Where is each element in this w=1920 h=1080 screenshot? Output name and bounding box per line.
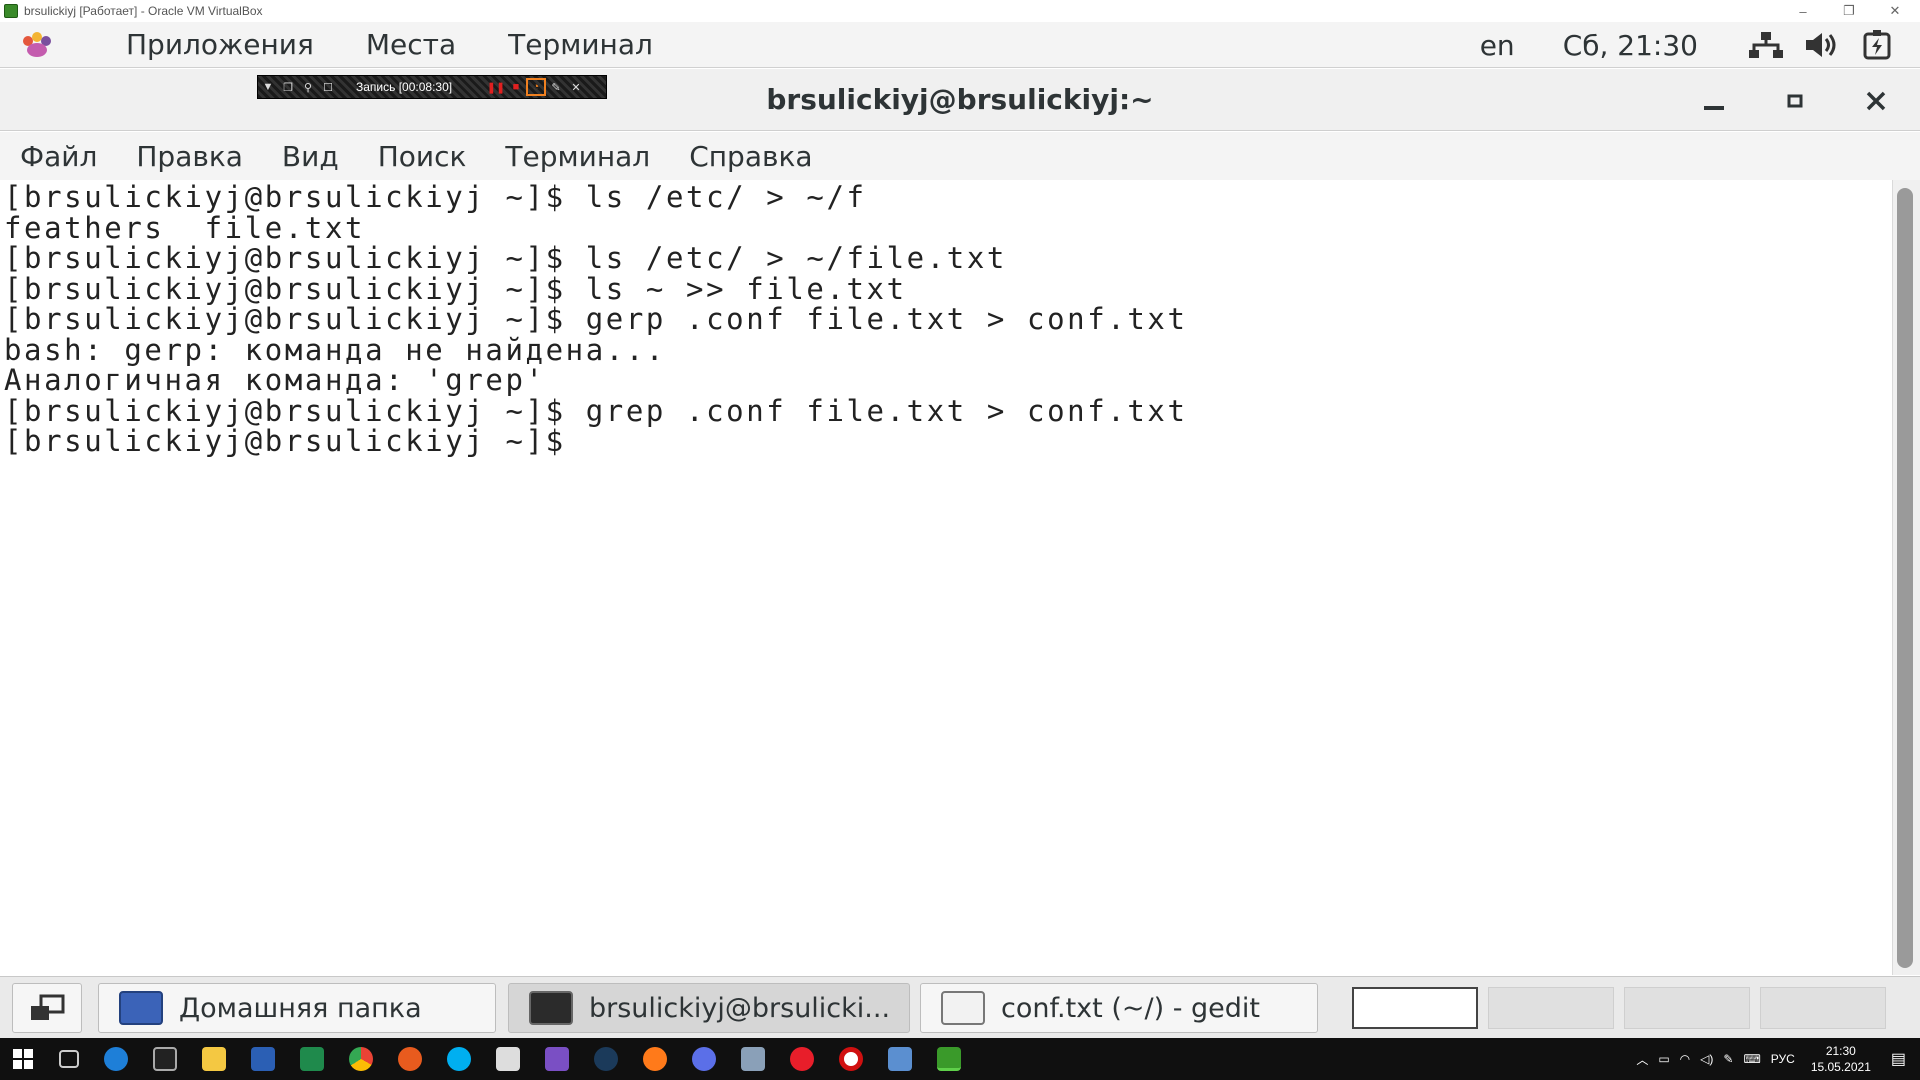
clock-time: 21:30 <box>1825 1044 1856 1058</box>
task-view-icon[interactable] <box>59 1050 79 1068</box>
recorder-pause-icon[interactable]: ❚❚ <box>486 81 506 94</box>
virtualbox-icon <box>4 4 18 18</box>
recorder-menu-icon[interactable]: ▼ <box>258 81 278 93</box>
window-home-folder[interactable]: Домашняя папка <box>98 983 496 1033</box>
power-icon[interactable] <box>1862 30 1892 60</box>
steam-icon[interactable] <box>594 1047 618 1071</box>
terminal-scrollbar[interactable] <box>1892 180 1920 975</box>
virtualbox-icon[interactable] <box>888 1047 912 1071</box>
recorder-stop-icon[interactable]: ■ <box>506 81 526 93</box>
edge-icon[interactable] <box>104 1047 128 1071</box>
visual-studio-icon[interactable] <box>545 1047 569 1071</box>
recorder-icon[interactable] <box>839 1047 863 1071</box>
system-tray: ︿ ▭ ◠ ◁) ✎ ⌨ РУС 21:30 15.05.2021 ▤ <box>1636 1038 1920 1080</box>
recorder-close-icon[interactable]: ✕ <box>566 81 586 94</box>
gnome-window-list: Домашняя папка brsulickiyj@brsulicki... … <box>0 976 1920 1038</box>
file-cabinet-icon <box>119 991 163 1025</box>
recorder-window-icon[interactable]: ❐ <box>278 81 298 94</box>
terminal-icon <box>529 991 573 1025</box>
recorder-zoom-icon[interactable]: ⚲ <box>298 81 318 94</box>
screen-recorder-toolbar: ▼ ❐ ⚲ ☐ Запись [00:08:30] ❚❚ ■ ◔ ✎ ✕ <box>257 75 607 99</box>
terminal-line: [brsulickiyj@brsulickiyj ~]$ grep .conf … <box>4 393 1188 428</box>
terminal-line: Аналогичная команда: 'grep' <box>4 363 546 397</box>
window-label: brsulickiyj@brsulicki... <box>589 992 891 1024</box>
menu-terminal-app[interactable]: Терминал <box>508 28 653 61</box>
wifi-icon[interactable]: ◠ <box>1680 1052 1690 1066</box>
menu-help[interactable]: Справка <box>689 140 812 173</box>
recorder-status-label: Запись [00:08:30] <box>356 80 453 94</box>
clock[interactable]: Сб, 21:30 <box>1563 29 1698 62</box>
gnome-foot-icon[interactable] <box>20 31 54 59</box>
terminal-line: [brsulickiyj@brsulickiyj ~]$ gerp .conf … <box>4 302 1188 336</box>
window-title: brsulickiyj@brsulickiyj:~ <box>766 83 1154 116</box>
document-icon[interactable] <box>496 1047 520 1071</box>
workspace-3[interactable] <box>1624 987 1750 1029</box>
minimize-button[interactable] <box>1694 81 1734 121</box>
windows-taskbar: ︿ ▭ ◠ ◁) ✎ ⌨ РУС 21:30 15.05.2021 ▤ <box>0 1038 1920 1080</box>
vbox-restore-button[interactable]: ❐ <box>1826 0 1872 22</box>
vbox-minimize-button[interactable]: – <box>1780 0 1826 22</box>
battery-icon[interactable]: ▭ <box>1658 1052 1669 1066</box>
pen-icon[interactable]: ✎ <box>1723 1052 1733 1066</box>
workspace-2[interactable] <box>1488 987 1614 1029</box>
virtualbox-title-bar: brsulickiyj [Работает] - Oracle VM Virtu… <box>0 0 1920 22</box>
clock-date: 15.05.2021 <box>1810 1060 1871 1074</box>
windows-start-icon[interactable] <box>12 1048 34 1070</box>
terminal-line: [brsulickiyj@brsulickiyj ~]$ ls /etc/ > … <box>4 180 867 214</box>
recorder-frame-icon[interactable]: ☐ <box>318 81 338 94</box>
show-desktop-button[interactable] <box>12 983 82 1033</box>
scrollbar-thumb[interactable] <box>1897 188 1913 968</box>
firefox-icon[interactable] <box>643 1047 667 1071</box>
speaker-icon[interactable]: ◁) <box>1700 1052 1713 1066</box>
virtualbox-vm-icon[interactable] <box>937 1047 961 1071</box>
text-editor-icon <box>941 991 985 1025</box>
vbox-close-button[interactable]: ✕ <box>1872 0 1918 22</box>
terminal-menu-bar: Файл Правка Вид Поиск Терминал Справка <box>0 132 1920 180</box>
window-gedit[interactable]: conf.txt (~/) - gedit <box>920 983 1318 1033</box>
workspace-1[interactable] <box>1352 987 1478 1029</box>
skype-icon[interactable] <box>447 1047 471 1071</box>
terminal-line: [brsulickiyj@brsulickiyj ~]$ ls /etc/ > … <box>4 241 1007 275</box>
chrome-icon[interactable] <box>349 1047 373 1071</box>
game-icon[interactable] <box>741 1047 765 1071</box>
windows-clock[interactable]: 21:30 15.05.2021 <box>1811 1043 1871 1075</box>
maximize-button[interactable] <box>1775 81 1815 121</box>
menu-view[interactable]: Вид <box>282 140 339 173</box>
app-icon[interactable] <box>398 1047 422 1071</box>
terminal-line: [brsulickiyj@brsulickiyj ~]$ ls ~ >> fil… <box>4 271 907 306</box>
network-icon[interactable] <box>1746 30 1786 60</box>
menu-terminal[interactable]: Терминал <box>505 140 650 173</box>
excel-icon[interactable] <box>300 1047 324 1071</box>
window-label: Домашняя папка <box>179 992 422 1024</box>
volume-icon[interactable] <box>1804 30 1840 60</box>
terminal-output[interactable]: [brsulickiyj@brsulickiyj ~]$ ls /etc/ > … <box>0 180 1890 975</box>
gnome-top-bar: Приложения Места Терминал en Сб, 21:30 <box>0 22 1920 68</box>
file-explorer-icon[interactable] <box>202 1047 226 1071</box>
virtualbox-title: brsulickiyj [Работает] - Oracle VM Virtu… <box>24 4 263 18</box>
terminal-prompt: [brsulickiyj@brsulickiyj ~]$ <box>4 424 586 458</box>
tray-chevron-icon[interactable]: ︿ <box>1636 1051 1648 1068</box>
terminal-line: bash: gerp: команда не найдена... <box>4 332 666 367</box>
opera-icon[interactable] <box>790 1047 814 1071</box>
workspace-4[interactable] <box>1760 987 1886 1029</box>
recorder-pen-icon[interactable]: ✎ <box>546 81 566 94</box>
firefox-dev-icon[interactable] <box>692 1047 716 1071</box>
recorder-capture-icon[interactable]: ◔ <box>526 78 546 96</box>
close-button[interactable] <box>1856 81 1896 121</box>
console-icon[interactable] <box>153 1047 177 1071</box>
show-desktop-icon <box>31 994 65 1020</box>
keyboard-icon[interactable]: ⌨ <box>1743 1052 1760 1066</box>
menu-edit[interactable]: Правка <box>136 140 243 173</box>
word-icon[interactable] <box>251 1047 275 1071</box>
menu-places[interactable]: Места <box>366 28 456 61</box>
terminal-line: feathers file.txt <box>4 210 366 245</box>
menu-applications[interactable]: Приложения <box>126 28 314 61</box>
menu-file[interactable]: Файл <box>20 140 97 173</box>
input-language[interactable]: РУС <box>1771 1052 1795 1066</box>
keyboard-layout-indicator[interactable]: en <box>1480 29 1515 62</box>
window-terminal[interactable]: brsulickiyj@brsulicki... <box>508 983 910 1033</box>
menu-search[interactable]: Поиск <box>378 140 467 173</box>
window-label: conf.txt (~/) - gedit <box>1001 992 1261 1024</box>
notifications-icon[interactable]: ▤ <box>1891 1049 1906 1069</box>
